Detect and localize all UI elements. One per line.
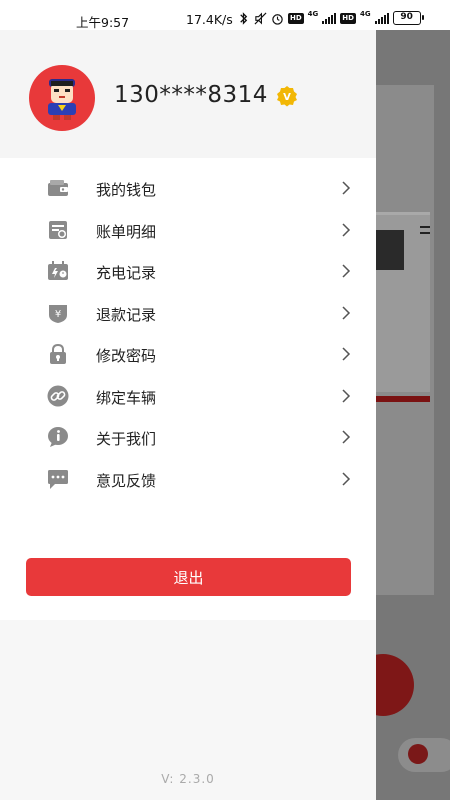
chevron-right-icon [342,388,351,403]
charging-record-icon [48,261,68,280]
chevron-right-icon [342,347,351,361]
menu-item-change-password[interactable]: 修改密码 [0,334,376,376]
chevron-right-icon [342,181,351,195]
chevron-right-icon [342,305,351,320]
app-root: 上午9:57 17.4K/s HD 4G HD 4G 90 130****831… [0,0,450,800]
network-type: 4G [307,10,319,18]
vip-badge-letter: V [283,92,291,103]
hd-icon: HD [288,12,304,24]
user-phone: 130****8314 [114,82,268,108]
menu-item-refund[interactable]: ¥ 退款记录 [0,293,376,335]
chevron-right-icon [342,471,351,486]
status-icons: HD 4G HD 4G 90 [237,10,424,25]
menu-label-bill: 账单明细 [96,222,157,241]
signal-icon [322,12,337,24]
hd-icon-2: HD [340,12,356,24]
side-drawer: 130****8314 V 我的钱包 账单明细 充电记录 ¥ 退款记录 修改密码… [0,30,376,800]
menu-label-feedback: 意见反馈 [96,471,157,490]
feedback-icon [48,469,68,489]
menu-item-feedback[interactable]: 意见反馈 [0,459,376,501]
menu-item-charging-record[interactable]: 充电记录 [0,251,376,293]
refund-icon: ¥ [49,304,67,323]
background-menu-icon [420,226,430,234]
menu-label-change-password: 修改密码 [96,347,157,365]
menu-item-bind-vehicle[interactable]: 绑定车辆 [0,376,376,418]
menu-label-charging-record: 充电记录 [96,264,157,282]
background-red-stripe [376,396,430,402]
chevron-right-icon [342,222,351,237]
network-speed: 17.4K/s [186,12,233,27]
network-type-2: 4G [359,10,371,18]
battery-icon: 90 [392,11,424,25]
superhero-avatar [48,79,76,120]
logout-button[interactable]: 退出 [26,558,351,596]
menu-label-refund: 退款记录 [96,305,157,324]
bluetooth-icon [240,11,248,25]
lock-icon [50,343,66,364]
menu-item-bill[interactable]: 账单明细 [0,210,376,252]
user-avatar[interactable] [29,65,95,131]
menu-label-wallet: 我的钱包 [96,181,157,199]
link-icon [47,385,69,406]
signal-icon-2 [374,12,389,24]
vip-badge-icon: V [277,86,297,107]
mute-icon [254,12,267,24]
app-version: V: 2.3.0 [161,772,215,786]
alarm-icon [272,13,283,25]
menu-label-bind-vehicle: 绑定车辆 [96,388,157,407]
chevron-right-icon [342,264,351,278]
bill-icon [49,220,67,239]
background-user-icon [408,744,428,764]
wallet-icon [48,180,68,196]
status-time: 上午9:57 [76,15,130,30]
menu-label-about-us: 关于我们 [96,430,157,448]
menu-item-about-us[interactable]: 关于我们 [0,417,376,459]
chevron-right-icon [342,430,351,444]
info-icon [48,427,68,447]
profile-header[interactable]: 130****8314 V [0,30,376,158]
drawer-menu: 我的钱包 账单明细 充电记录 ¥ 退款记录 修改密码 绑定车辆 关于我们 意见反… [0,168,376,500]
svg-text:¥: ¥ [55,309,61,320]
background-charger-screen [376,230,404,270]
menu-item-wallet[interactable]: 我的钱包 [0,168,376,210]
